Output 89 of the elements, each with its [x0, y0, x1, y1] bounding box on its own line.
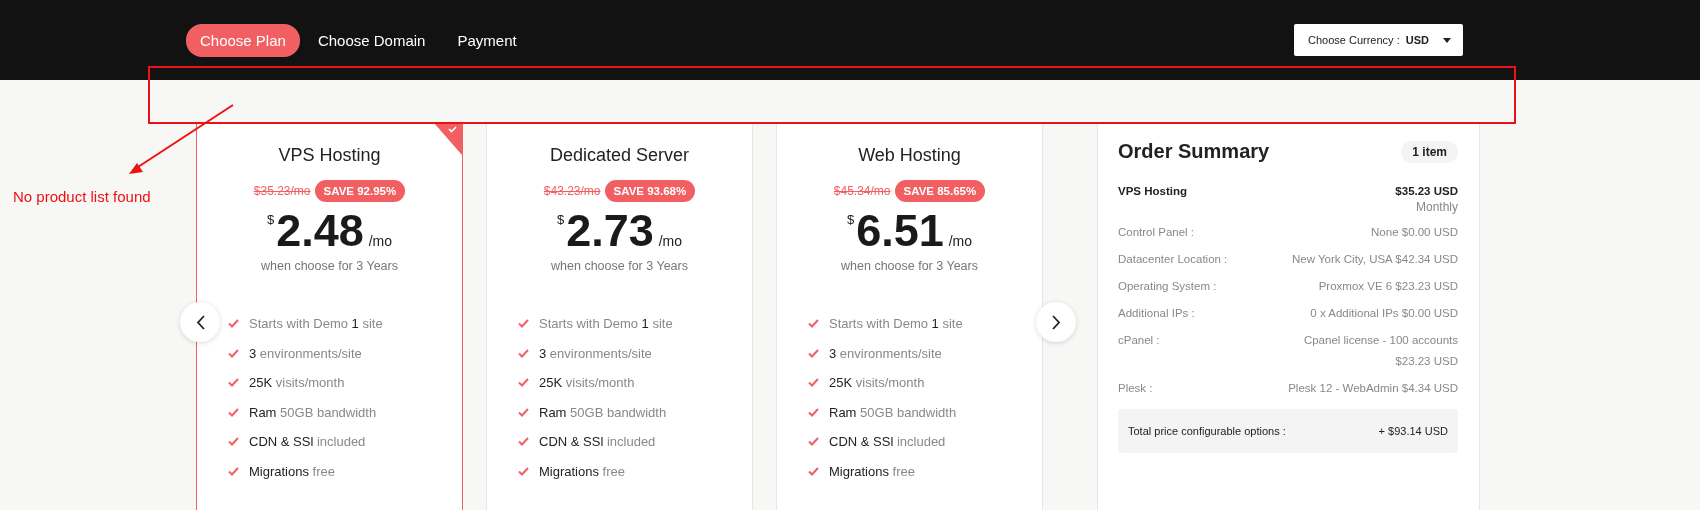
old-price: $43.23/mo: [543, 184, 601, 198]
plan-card[interactable]: VPS Hosting $35.23/mo SAVE 92.95% $2.48/mo when choose for 3 Years Starts with Demo 1 site 3 environments/site 25K visits/month Ram 50GB bandwidth CDN & SSl included Migrations free: [196, 122, 463, 510]
check-icon: [518, 319, 529, 328]
feature-text: Ram 50GB bandwidth: [539, 404, 667, 420]
currency-symbol: $: [266, 212, 275, 227]
save-badge: SAVE 92.95%: [314, 180, 406, 202]
previous-button[interactable]: [180, 302, 220, 342]
check-icon: [808, 319, 819, 328]
option-label: cPanel :: [1118, 333, 1160, 348]
feature-text: Starts with Demo 1 site: [829, 316, 963, 331]
item-count-badge: 1 item: [1401, 140, 1458, 163]
check-icon: [228, 466, 239, 476]
plan-title: VPS Hosting: [278, 145, 381, 166]
option-value: New York City, USA $42.34 USD: [1292, 252, 1458, 267]
currency-symbol: $: [846, 212, 855, 227]
total-label: Total price configurable options :: [1128, 425, 1286, 437]
chevron-right-icon: [1051, 314, 1061, 330]
old-price: $45.34/mo: [833, 184, 891, 198]
feature-text: Migrations free: [249, 463, 335, 479]
save-badge: SAVE 85.65%: [894, 180, 986, 202]
product-price: $35.23 USD: [1395, 185, 1458, 197]
feature-text: Migrations free: [539, 463, 625, 479]
check-icon: [808, 407, 819, 417]
currency-select[interactable]: Choose Currency : USD: [1294, 24, 1463, 56]
feature-text: CDN & SSl included: [249, 434, 366, 449]
check-icon: [228, 378, 239, 387]
save-badge: SAVE 93.68%: [604, 180, 696, 202]
check-icon: [228, 348, 239, 358]
product-name: VPS Hosting: [1118, 185, 1188, 197]
plan-title: Dedicated Server: [549, 145, 690, 166]
caret-icon: [1443, 37, 1451, 43]
check-icon: [808, 348, 819, 358]
plan-term: when choose for 3 Years: [841, 259, 978, 273]
feature-text: CDN & SSl included: [539, 434, 656, 449]
check-icon: [808, 466, 819, 476]
check-icon: [518, 437, 529, 446]
plan-price: 2.48: [276, 208, 364, 253]
plan-title: Web Hosting: [858, 145, 961, 166]
selected-corner-icon: [434, 123, 462, 155]
option-label: Datacenter Location :: [1118, 252, 1228, 267]
option-value: Proxmox VE 6 $23.23 USD: [1318, 279, 1458, 294]
feature-text: 25K visits/month: [539, 375, 635, 390]
feature-text: CDN & SSl included: [829, 434, 946, 449]
currency-symbol: $: [556, 212, 565, 227]
option-label: Additional IPs :: [1118, 306, 1195, 321]
option-value: Cpanel license - 100 accounts $23.23 USD: [1302, 333, 1458, 369]
option-value: 0 x Additional IPs $0.00 USD: [1310, 306, 1458, 321]
check-icon: [518, 348, 529, 358]
feature-text: 25K visits/month: [249, 375, 345, 390]
billing-cycle: Monthly: [1414, 200, 1458, 214]
next-button[interactable]: [1036, 302, 1076, 342]
price-unit: /mo: [368, 233, 393, 249]
summary-title: Order Summary: [1118, 140, 1270, 163]
feature-text: Starts with Demo 1 site: [249, 316, 383, 331]
option-label: Plesk :: [1118, 381, 1153, 396]
plan-term: when choose for 3 Years: [551, 259, 688, 273]
feature-text: Ram 50GB bandwidth: [829, 404, 957, 420]
feature-text: Migrations free: [829, 463, 915, 479]
check-icon: [228, 407, 239, 417]
check-icon: [808, 437, 819, 446]
price-unit: /mo: [658, 233, 683, 249]
plan-card[interactable]: Dedicated Server $43.23/mo SAVE 93.68% $2.73/mo when choose for 3 Years Starts with Demo 1 site 3 environments/site 25K visits/month Ram 50GB bandwidth CDN & SSl included Migrations free: [486, 122, 753, 510]
price-unit: /mo: [948, 233, 973, 249]
option-label: Control Panel :: [1118, 225, 1195, 240]
total-value: + $93.14 USD: [1378, 425, 1448, 437]
check-icon: [228, 319, 239, 328]
chevron-left-icon: [195, 314, 205, 330]
step-tab[interactable]: Choose Domain: [303, 23, 440, 57]
feature-text: Starts with Demo 1 site: [539, 316, 673, 331]
feature-text: 3 environments/site: [249, 345, 362, 361]
feature-text: 25K visits/month: [829, 375, 925, 390]
feature-text: 3 environments/site: [539, 345, 652, 361]
plan-term: when choose for 3 Years: [261, 259, 398, 273]
step-tab[interactable]: Payment: [443, 23, 531, 57]
option-value: None $0.00 USD: [1371, 225, 1458, 240]
feature-text: 3 environments/site: [829, 345, 942, 361]
plan-price: 6.51: [856, 208, 944, 253]
check-icon: [518, 378, 529, 387]
annotation-note: No product list found: [13, 188, 151, 205]
plan-card[interactable]: Web Hosting $45.34/mo SAVE 85.65% $6.51/mo when choose for 3 Years Starts with Demo 1 site 3 environments/site 25K visits/month Ram 50GB bandwidth CDN & SSl included Migrations free: [776, 122, 1043, 510]
check-icon: [228, 437, 239, 446]
feature-text: Ram 50GB bandwidth: [249, 404, 377, 420]
check-icon: [808, 378, 819, 387]
check-icon: [518, 407, 529, 417]
plan-price: 2.73: [566, 208, 654, 253]
check-icon: [518, 466, 529, 476]
option-value: Plesk 12 - WebAdmin $4.34 USD: [1288, 381, 1458, 396]
old-price: $35.23/mo: [253, 184, 311, 198]
option-label: Operating System :: [1118, 279, 1217, 294]
